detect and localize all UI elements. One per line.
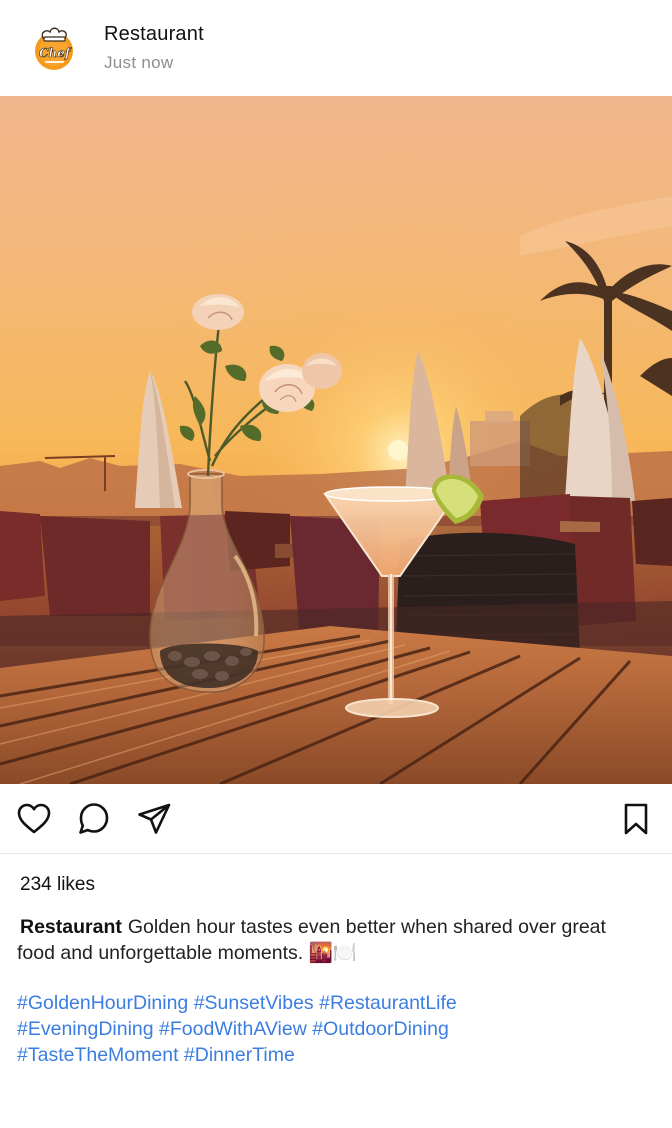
likes-count[interactable]: 234 likes (20, 874, 95, 896)
hashtag[interactable]: #GoldenHourDining (17, 992, 188, 1014)
post-caption: Restaurant Golden hour tastes even better… (17, 914, 647, 966)
hashtag[interactable]: #FoodWithAView (159, 1018, 307, 1040)
comment-icon[interactable] (76, 801, 112, 837)
avatar-logo-text: Chef (39, 46, 72, 60)
hashtag[interactable]: #OutdoorDining (312, 1018, 449, 1040)
hashtag[interactable]: #DinnerTime (184, 1044, 295, 1066)
bookmark-icon[interactable] (618, 801, 654, 837)
hashtag-line: #EveningDining #FoodWithAView #OutdoorDi… (17, 1016, 657, 1042)
chef-logo-icon: Chef (35, 27, 73, 70)
post-timestamp: Just now (104, 53, 174, 72)
hashtag[interactable]: #SunsetVibes (194, 992, 314, 1014)
avatar[interactable]: Chef (30, 24, 78, 72)
caption-username[interactable]: Restaurant (20, 916, 122, 938)
hashtag[interactable]: #TasteTheMoment (17, 1044, 179, 1066)
heart-icon[interactable] (16, 801, 52, 837)
hashtag[interactable]: #EveningDining (17, 1018, 154, 1040)
hashtags: #GoldenHourDining #SunsetVibes #Restaura… (17, 990, 657, 1068)
post-actions-bar (0, 784, 672, 854)
hashtag-line: #TasteTheMoment #DinnerTime (17, 1042, 657, 1068)
post-photo[interactable] (0, 96, 672, 784)
account-name[interactable]: Restaurant (104, 23, 204, 46)
send-icon[interactable] (136, 801, 172, 837)
hashtag[interactable]: #RestaurantLife (319, 992, 457, 1014)
post-header: Chef Restaurant Just now (0, 0, 672, 96)
sunset-dining-photo (0, 96, 672, 784)
hashtag-line: #GoldenHourDining #SunsetVibes #Restaura… (17, 990, 657, 1016)
